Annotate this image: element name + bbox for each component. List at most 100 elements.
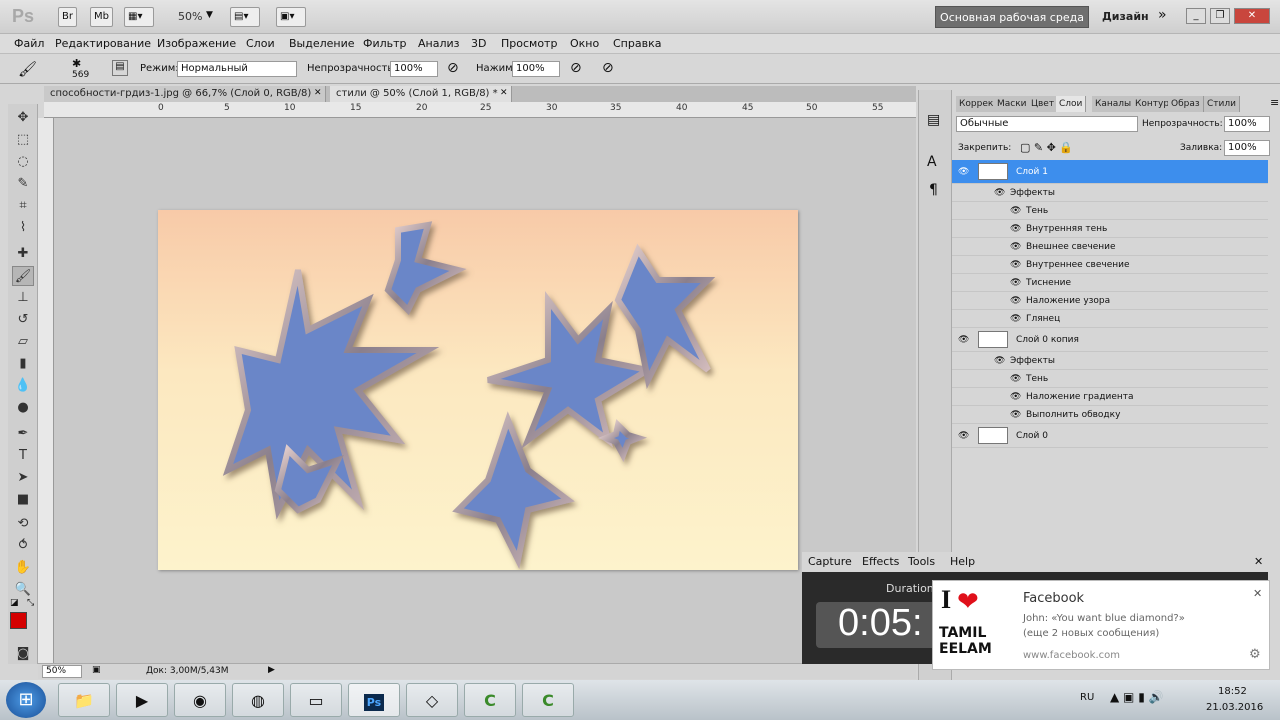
tab-document-2[interactable]: стили @ 50% (Слой 1, RGB/8) * — [330, 86, 512, 102]
canvas-area[interactable] — [54, 118, 916, 663]
facebook-notification[interactable]: I ❤ TAMIL EELAM Facebook John: «You want… — [932, 580, 1270, 670]
visibility-eye-icon[interactable]: 👁 — [1010, 388, 1021, 406]
menu-analysis[interactable]: Анализ — [418, 37, 460, 50]
visibility-eye-icon[interactable]: 👁 — [1010, 256, 1021, 274]
design-workspace-link[interactable]: Дизайн — [1102, 10, 1149, 23]
shape-tool-icon[interactable]: ■ — [12, 490, 34, 510]
document-canvas[interactable] — [158, 210, 798, 570]
marquee-tool-icon[interactable]: ⬚ — [12, 130, 34, 150]
notification-link[interactable]: www.facebook.com — [1023, 650, 1120, 661]
menu-edit[interactable]: Редактирование — [55, 37, 151, 50]
tab-styles-preset[interactable]: Образ — [1168, 96, 1204, 112]
layer-row[interactable]: 👁 Слой 1 — [952, 160, 1268, 184]
start-button[interactable]: ⊞ — [6, 682, 46, 718]
clock-time[interactable]: 18:52 — [1218, 686, 1247, 697]
menu-layers[interactable]: Слои — [246, 37, 275, 50]
brush-panel-icon[interactable]: ▤ — [112, 60, 128, 76]
character-panel-icon[interactable]: A — [927, 154, 937, 170]
effects-row[interactable]: 👁 Эффекты — [952, 184, 1268, 202]
tab-masks[interactable]: Маски — [994, 96, 1031, 112]
menu-filter[interactable]: Фильтр — [363, 37, 407, 50]
effect-item[interactable]: 👁 Наложение узора — [952, 292, 1268, 310]
stamp-tool-icon[interactable]: ⊥ — [12, 288, 34, 308]
arrange-documents-button[interactable]: ▤▾ — [230, 7, 260, 27]
chrome-icon[interactable]: ◉ — [174, 683, 226, 717]
folder-icon[interactable]: 📁 — [58, 683, 110, 717]
close-icon[interactable]: ✕ — [1253, 587, 1262, 600]
tab-adjustments[interactable]: Коррек — [956, 96, 998, 112]
effect-item[interactable]: 👁 Тень — [952, 202, 1268, 220]
path-select-icon[interactable]: ➤ — [12, 468, 34, 488]
layer-row[interactable]: 👁 Слой 0 — [952, 424, 1268, 448]
visibility-eye-icon[interactable]: 👁 — [1010, 310, 1021, 328]
dodge-tool-icon[interactable]: ● — [12, 398, 34, 418]
tab-document-1[interactable]: способности-грдиз-1.jpg @ 66,7% (Слой 0,… — [44, 86, 326, 115]
effect-item[interactable]: 👁 Наложение градиента — [952, 388, 1268, 406]
type-tool-icon[interactable]: T — [12, 446, 34, 466]
layer-row[interactable]: 👁 Слой 0 копия — [952, 328, 1268, 352]
menu-view[interactable]: Просмотр — [501, 37, 557, 50]
status-menu-arrow-icon[interactable]: ▶ — [268, 665, 275, 675]
effect-item[interactable]: 👁 Тиснение — [952, 274, 1268, 292]
tab-color[interactable]: Цвет — [1028, 96, 1059, 112]
status-icon[interactable]: ▣ — [92, 665, 101, 675]
screen-mode-button[interactable]: ▣▾ — [276, 7, 306, 27]
media-player-icon[interactable]: ▶ — [116, 683, 168, 717]
zoom-field[interactable]: 50% — [42, 665, 82, 678]
close-tab-icon[interactable]: ✕ — [314, 88, 322, 98]
menu-window[interactable]: Окно — [570, 37, 599, 50]
gear-icon[interactable]: ⚙ — [1249, 647, 1261, 662]
visibility-eye-icon[interactable]: 👁 — [994, 352, 1005, 370]
restore-icon[interactable]: ❐ — [1210, 8, 1230, 24]
camtasia-icon[interactable]: C — [464, 683, 516, 717]
close-icon[interactable]: ✕ — [1254, 552, 1263, 572]
healing-tool-icon[interactable]: ✚ — [12, 244, 34, 264]
menu-3d[interactable]: 3D — [471, 37, 486, 50]
crop-tool-icon[interactable]: ⌗ — [12, 196, 34, 216]
brush-tool-icon[interactable]: 🖌 — [18, 60, 37, 78]
menu-file[interactable]: Файл — [14, 37, 44, 50]
visibility-eye-icon[interactable]: 👁 — [1010, 292, 1021, 310]
brush-preset-icon[interactable]: ✱ — [72, 57, 81, 70]
history-panel-icon[interactable]: ▤ — [927, 112, 940, 128]
menu-select[interactable]: Выделение — [289, 37, 355, 50]
glass-icon[interactable]: ◇ — [406, 683, 458, 717]
3d-rotate-icon[interactable]: ⟲ — [12, 514, 34, 534]
visibility-eye-icon[interactable]: 👁 — [1010, 220, 1021, 238]
visibility-eye-icon[interactable]: 👁 — [958, 328, 969, 352]
panel-menu-icon[interactable]: ≡ — [1270, 96, 1279, 109]
visibility-eye-icon[interactable]: 👁 — [1010, 406, 1021, 424]
chevron-down-icon[interactable]: ▼ — [206, 10, 213, 20]
tablet-opacity-icon[interactable]: ⊘ — [447, 60, 459, 76]
language-indicator[interactable]: RU — [1080, 692, 1094, 703]
visibility-eye-icon[interactable]: 👁 — [958, 160, 969, 184]
lock-icons[interactable]: ▢ ✎ ✥ 🔒 — [1020, 141, 1073, 154]
gradient-tool-icon[interactable]: ▮ — [12, 354, 34, 374]
notes-icon[interactable]: ▭ — [290, 683, 342, 717]
clock-date[interactable]: 21.03.2016 — [1206, 702, 1263, 713]
menu-capture[interactable]: Capture — [808, 552, 852, 572]
menu-image[interactable]: Изображение — [157, 37, 236, 50]
effect-item[interactable]: 👁 Выполнить обводку — [952, 406, 1268, 424]
default-colors-icon[interactable]: ◪ — [10, 598, 19, 608]
zoom-level[interactable]: 50% — [178, 10, 202, 23]
close-icon[interactable]: ✕ — [1234, 8, 1270, 24]
pen-tool-icon[interactable]: ✒ — [12, 424, 34, 444]
layer-opacity-field[interactable]: 100% — [1224, 116, 1270, 132]
menu-help[interactable]: Справка — [613, 37, 661, 50]
minimize-icon[interactable]: _ — [1186, 8, 1206, 24]
opacity-field[interactable]: 100% — [390, 61, 438, 77]
effect-item[interactable]: 👁 Глянец — [952, 310, 1268, 328]
tablet-size-icon[interactable]: ⊘ — [602, 60, 614, 76]
visibility-eye-icon[interactable]: 👁 — [1010, 370, 1021, 388]
close-tab-icon[interactable]: ✕ — [500, 88, 508, 98]
blend-mode-select[interactable]: Обычные — [956, 116, 1138, 132]
workspace-button[interactable]: Основная рабочая среда — [935, 6, 1089, 28]
swap-colors-icon[interactable]: ⤡ — [27, 598, 34, 608]
lasso-tool-icon[interactable]: ◌ — [12, 152, 34, 172]
hand-tool-icon[interactable]: ✋ — [12, 558, 34, 578]
move-tool-icon[interactable]: ✥ — [12, 108, 34, 128]
layer-fill-field[interactable]: 100% — [1224, 140, 1270, 156]
paragraph-panel-icon[interactable]: ¶ — [929, 182, 938, 198]
camtasia-recorder-icon[interactable]: C — [522, 683, 574, 717]
